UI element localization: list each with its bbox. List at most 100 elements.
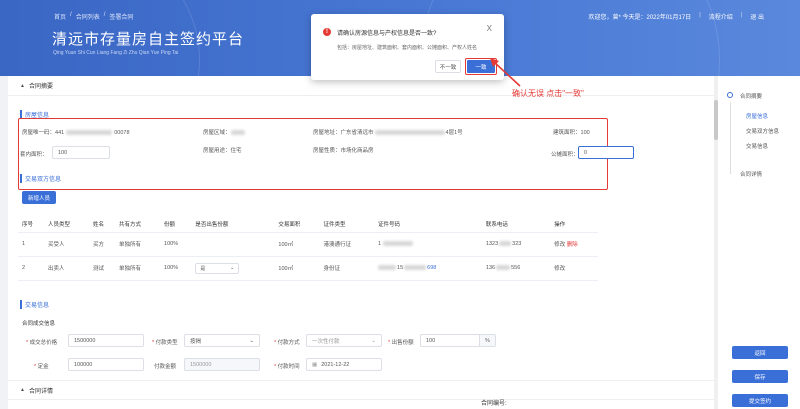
cell-area: 100㎡ (274, 232, 320, 257)
deposit-label: * 定金 (34, 364, 49, 370)
cell-actions: 修改 (550, 256, 598, 281)
col-header: 人员类型 (43, 216, 90, 233)
inner-area-input[interactable]: 100 (52, 146, 110, 159)
field-address: 房屋地址：广东省清远市 4层1号 (313, 128, 463, 136)
save-button[interactable]: 保存 (732, 370, 788, 383)
contract-number-label: 合同编号: (481, 401, 507, 407)
redacted-blur (374, 130, 445, 136)
label: 房屋性质： (313, 148, 341, 154)
confirm-dialog: ! 请确认房源信息与产权信息是否一致? X 包括：房屋地址、建筑面积、套内面积、… (311, 14, 504, 80)
nav-contract-summary[interactable]: 合同摘要 (740, 92, 762, 100)
value: 广东省清远市 (340, 130, 374, 136)
col-header: 证件号码 (374, 216, 482, 233)
edit-link[interactable]: 修改 (554, 242, 565, 248)
cell-phone: 1323 323 (481, 232, 551, 257)
cell-name: 买方 (89, 232, 115, 257)
shared-area-input[interactable]: 0 (578, 146, 634, 159)
pay-date-picker[interactable]: ▦ 2021-12-22 (306, 358, 382, 371)
breadcrumb-contract-list[interactable]: 合同列表 (76, 12, 100, 21)
redacted-blur (496, 265, 511, 271)
edit-link[interactable]: 修改 (554, 266, 565, 272)
dialog-title: 请确认房源信息与产权信息是否一致? (337, 31, 437, 37)
cell-sell-share: 是 ⌄ (191, 256, 275, 281)
value: 136 (485, 265, 496, 271)
cell-share: 100% (160, 256, 192, 281)
back-button[interactable]: 返回 (732, 346, 788, 359)
redacted-blur (378, 265, 397, 271)
section-contract-terms[interactable]: ▲ 合同详情 (8, 380, 714, 400)
value: 698 (427, 265, 437, 271)
table-row: 1 买受人 买方 单独所有 100% 100㎡ 港澳通行证 1 1323 323 … (18, 232, 598, 257)
value: 按揭 (190, 338, 202, 345)
value: 2021-12-22 (321, 361, 350, 368)
main-content: ▲ 合同摘要 房屋信息 房屋唯一码：441 00078 房屋区域： 房屋地址：广东… (8, 76, 714, 409)
redacted-blur (404, 265, 427, 271)
field-building-area: 建筑面积：100 (553, 128, 590, 136)
nav-contract-terms[interactable]: 合同详情 (740, 170, 762, 178)
cell-type[interactable]: 买受人 (43, 232, 90, 257)
redacted-blur (499, 241, 512, 247)
cell-no: 2 (18, 256, 44, 281)
field-nature: 房屋性质：市场化商品房 (313, 146, 374, 154)
col-header: 份额 (160, 216, 192, 233)
value: 1323 (485, 241, 499, 247)
nav-active-dot-icon (727, 92, 733, 98)
value: 441 (55, 130, 65, 136)
anchor-sidebar: 合同摘要 房屋信息 交易双方信息 交易信息 合同详情 返回 保存 提交签约 (718, 76, 800, 409)
label: 房屋地址： (313, 130, 341, 136)
breadcrumb-home[interactable]: 首页 (54, 12, 66, 21)
deposit-input[interactable]: 100000 (68, 358, 144, 371)
value: 住宅 (230, 148, 242, 154)
value: 15 (397, 265, 404, 271)
collapse-triangle-icon[interactable]: ▲ (20, 83, 25, 89)
collapse-triangle-icon[interactable]: ▲ (20, 387, 25, 393)
add-person-button[interactable]: 新增人员 (22, 191, 56, 204)
field-inner-area-label: 套内面积： (20, 152, 48, 158)
guide-link[interactable]: 流程介绍 (709, 12, 733, 21)
label: 出售份额 (391, 340, 414, 346)
cell-share: 100% (160, 232, 192, 257)
sell-share-label: * 出售份额 (388, 340, 414, 346)
inconsistent-button[interactable]: 不一致 (435, 60, 461, 73)
col-header: 是否出售份额 (191, 216, 275, 233)
label: 付款时间 (277, 364, 300, 370)
header-separator: | (699, 12, 701, 18)
value: 100 (426, 337, 436, 344)
value: 4层1号 (445, 130, 463, 136)
submit-sign-button[interactable]: 提交签约 (732, 394, 788, 407)
label: 房屋区域： (203, 130, 231, 136)
pay-method-select[interactable]: 一次性付款 ⌄ (306, 334, 382, 347)
col-header: 序号 (18, 216, 44, 233)
col-header: 共有方式 (115, 216, 161, 233)
breadcrumb: 首页 / 合同列表 / 签署合同 (54, 12, 133, 21)
col-header: 证件类型 (319, 216, 375, 233)
sell-share-input[interactable]: 100% (420, 334, 496, 347)
col-header: 操作 (550, 216, 598, 233)
cell-phone: 136 556 (481, 256, 551, 281)
value: 1 (378, 241, 382, 247)
deal-subtitle: 合同成交信息 (22, 321, 56, 327)
placeholder: 一次性付款 (312, 338, 340, 345)
section-title: 合同摘要 (28, 84, 53, 90)
total-price-label: * 成交总价格 (26, 340, 58, 346)
down-payment-input[interactable]: 1500000 (184, 358, 260, 371)
nav-house-info[interactable]: 房屋信息 (746, 112, 768, 120)
sell-share-select[interactable]: 是 ⌄ (195, 262, 240, 274)
breadcrumb-sep: / (103, 12, 106, 18)
total-price-input[interactable]: 1500000 (68, 334, 144, 347)
logout-link[interactable]: 退 出 (750, 12, 764, 21)
col-header: 联系电话 (481, 216, 551, 233)
close-icon[interactable]: X (487, 24, 492, 33)
calendar-icon: ▦ (312, 361, 318, 368)
delete-link[interactable]: 删除 (567, 242, 578, 248)
site-title: 清远市存量房自主签约平台 (52, 31, 245, 48)
cell-type[interactable]: 出卖人 (43, 256, 90, 281)
value: 市场化商品房 (340, 148, 374, 154)
cell-id-type: 身份证 (319, 256, 375, 281)
cell-share-mode: 单独所有 (115, 232, 161, 257)
payment-type-select[interactable]: 按揭 ⌄ (184, 334, 260, 347)
nav-parties[interactable]: 交易双方信息 (746, 127, 779, 135)
parties-table: 序号 人员类型 姓名 共有方式 份额 是否出售份额 交易面积 证件类型 证件号码… (18, 216, 598, 281)
deal-info-title: 交易信息 (20, 300, 49, 309)
nav-deal-info[interactable]: 交易信息 (746, 142, 768, 150)
